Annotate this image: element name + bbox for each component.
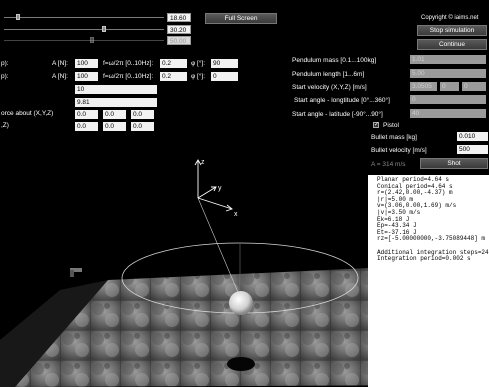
- z-label: ,Z): [1, 122, 9, 129]
- torque-x-input[interactable]: 0.0: [75, 110, 98, 119]
- slider-2-knob[interactable]: [102, 26, 106, 32]
- shot-button[interactable]: Shot: [420, 158, 488, 169]
- extra-value-1-input[interactable]: 10: [75, 85, 157, 94]
- force-row-1-phi-label: φ [°]:: [191, 60, 206, 67]
- latitude-input[interactable]: 40: [410, 109, 486, 118]
- force-row-2-phi-label: φ [°]:: [191, 73, 206, 80]
- force-row-1-f-label: f=ω/2π [0..10Hz]:: [103, 60, 154, 67]
- stop-simulation-button[interactable]: Stop simulation: [417, 25, 487, 36]
- torque-label: orce about (X,Y,Z): [1, 110, 54, 117]
- length-input[interactable]: 5.00: [410, 69, 486, 78]
- force-row-1-f-input[interactable]: 0.2: [160, 59, 187, 68]
- force-row-2-prefix: p):: [1, 73, 9, 80]
- longitude-input[interactable]: 0: [410, 95, 486, 104]
- info-line: Integration period=0.002 s: [377, 255, 471, 263]
- axis-y-label: y: [218, 185, 222, 192]
- slider-3-value: 50.00: [167, 36, 191, 45]
- force-row-2-f-label: f=ω/2π [0..10Hz]:: [103, 73, 154, 80]
- info-line: rz=[-5.00000000,-3.75089448] m: [377, 235, 486, 243]
- force-row-1-prefix: p):: [1, 60, 9, 67]
- longitude-label: Start angle - longtitude [0°...360°]: [294, 97, 390, 104]
- slider-2-value: 30.20: [167, 25, 191, 34]
- continue-button[interactable]: Continue: [417, 39, 487, 50]
- velocity-z-input[interactable]: 0: [462, 82, 486, 91]
- force-row-1-a-input[interactable]: 100: [75, 59, 98, 68]
- extra-value-2-input[interactable]: 9.81: [75, 98, 157, 107]
- z-z-input[interactable]: 0.0: [131, 122, 154, 131]
- bullet-mass-label: Bullet mass [kg]: [371, 134, 417, 141]
- torque-z-input[interactable]: 0.0: [131, 110, 154, 119]
- pistol-checkbox[interactable]: ✓: [373, 122, 379, 128]
- length-label: Pendulum length [1...6m]: [292, 71, 365, 78]
- copyright-text: Copyright © iaims.net: [421, 15, 479, 21]
- pistol-label: Pistol: [383, 122, 399, 129]
- mass-label: Pendulum mass [0.1...100kg]: [292, 57, 377, 64]
- force-row-1-a-label: A [N]:: [52, 60, 68, 67]
- torque-y-input[interactable]: 0.0: [103, 110, 126, 119]
- force-row-2-a-label: A [N]:: [52, 73, 68, 80]
- z-x-input[interactable]: 0.0: [75, 122, 98, 131]
- mass-input[interactable]: 1.01: [410, 55, 486, 64]
- aim-label: A = 314 m/s: [371, 161, 406, 168]
- force-row-2-a-input[interactable]: 100: [75, 72, 98, 81]
- latitude-label: Start angle - latitude [-90°...90°]: [292, 111, 383, 118]
- bullet-velocity-label: Bullet velocity [m/s]: [371, 147, 427, 154]
- slider-2-track[interactable]: [4, 29, 164, 30]
- slider-1-knob[interactable]: [16, 14, 20, 20]
- ball-shadow: [227, 357, 255, 371]
- info-panel: Planar period=4.64 s Conical period=4.64…: [368, 175, 489, 387]
- bullet-velocity-input[interactable]: 500: [457, 145, 488, 154]
- force-row-2-phi-input[interactable]: 0: [211, 72, 238, 81]
- pistol-icon: [70, 268, 82, 277]
- axis-z-label: z: [201, 159, 205, 166]
- slider-1-track[interactable]: [4, 17, 164, 18]
- slider-3-knob[interactable]: [90, 37, 94, 43]
- pendulum-ball: [229, 291, 253, 315]
- z-y-input[interactable]: 0.0: [103, 122, 126, 131]
- force-row-2-f-input[interactable]: 0.2: [160, 72, 187, 81]
- full-screen-button[interactable]: Full Screen: [205, 13, 277, 24]
- velocity-label: Start velocity (X,Y,Z) [m/s]: [292, 84, 367, 91]
- bullet-mass-input[interactable]: 0.010: [457, 132, 488, 141]
- velocity-y-input[interactable]: 0: [440, 82, 459, 91]
- slider-3-track[interactable]: [4, 40, 164, 41]
- velocity-x-input[interactable]: 3.0505: [410, 82, 437, 91]
- axis-x-label: x: [234, 211, 238, 218]
- slider-1-value: 18.60: [167, 13, 191, 22]
- force-row-1-phi-input[interactable]: 90: [211, 59, 238, 68]
